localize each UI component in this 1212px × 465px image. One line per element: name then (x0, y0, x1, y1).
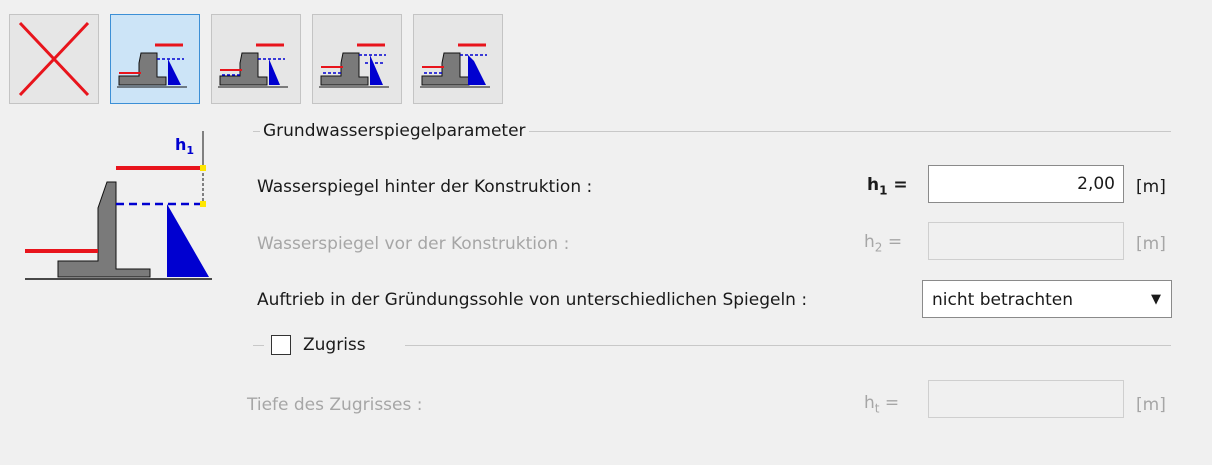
dropdown-arrow-icon: ▼ (1151, 292, 1161, 307)
h2-unit: [m] (1136, 234, 1166, 254)
groundwater-group-title: Grundwasserspiegelparameter (260, 120, 529, 142)
wall-water-diagram: h1 (25, 131, 212, 280)
wall-water-option-4-icon (420, 43, 490, 88)
tension-depth-label: Tiefe des Zugrisses : (247, 395, 423, 415)
ht-symbol: ht = (864, 393, 900, 416)
water-level-front-label: Wasserspiegel vor der Konstruktion : (257, 234, 570, 254)
h1-unit: [m] (1136, 177, 1166, 197)
ht-input[interactable] (928, 380, 1124, 418)
ht-unit: [m] (1136, 395, 1166, 415)
wall-water-option-3-icon (319, 43, 389, 88)
uplift-select[interactable]: nicht betrachten ▼ (922, 280, 1172, 318)
wall-water-option-1-icon (117, 43, 187, 88)
tension-crack-checkbox[interactable] (271, 335, 291, 355)
h2-input[interactable] (928, 222, 1124, 260)
wall-water-option-2-icon (218, 43, 288, 88)
uplift-label: Auftrieb in der Gründungssohle von unter… (257, 290, 808, 310)
red-x-icon (18, 21, 90, 97)
h1-input[interactable]: 2,00 (928, 165, 1124, 203)
uplift-select-value: nicht betrachten (932, 290, 1074, 310)
water-level-behind-label: Wasserspiegel hinter der Konstruktion : (257, 177, 593, 197)
tension-crack-title[interactable]: Zugriss (303, 333, 366, 357)
h1-symbol: h1 = (867, 175, 908, 198)
diagram-label-h1: h1 (175, 135, 194, 157)
water-option-1-button[interactable] (110, 14, 200, 104)
water-option-4-button[interactable] (413, 14, 503, 104)
water-option-3-button[interactable] (312, 14, 402, 104)
h2-symbol: h2 = (864, 232, 903, 255)
close-button[interactable] (9, 14, 99, 104)
water-option-2-button[interactable] (211, 14, 301, 104)
